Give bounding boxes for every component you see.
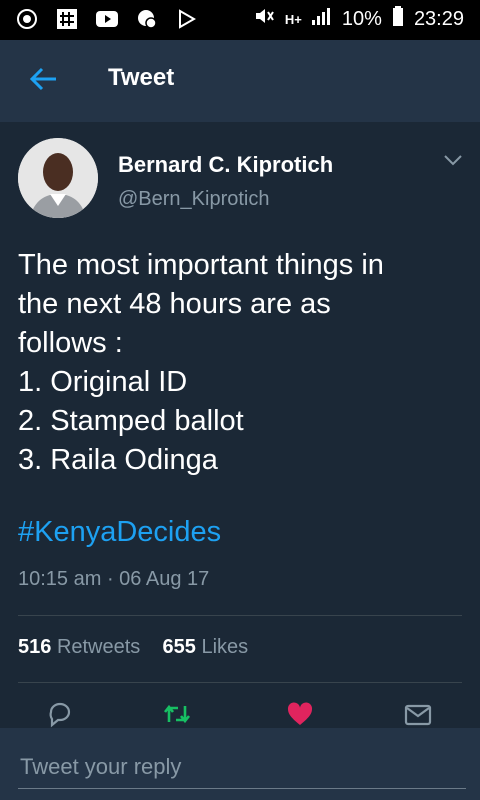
- retweets-stat[interactable]: 516 Retweets: [18, 636, 140, 658]
- tweet-text-line: 1. Original ID: [18, 366, 188, 398]
- divider: [18, 682, 462, 683]
- tweet-actions: [0, 700, 480, 728]
- tweet-text-line: 3. Raila Odinga: [18, 444, 218, 476]
- tweet-text: The most important things in the next 48…: [18, 246, 462, 480]
- reply-input[interactable]: [18, 746, 466, 789]
- page-title: Tweet: [108, 64, 175, 91]
- retweets-count: 516: [18, 636, 52, 658]
- system-status: H+ 10% 23:29: [253, 6, 464, 32]
- notification-icons: [16, 8, 198, 30]
- app-icon: [56, 8, 78, 30]
- network-type: H+: [284, 11, 302, 27]
- author-handle[interactable]: @Bern_Kiprotich: [118, 188, 269, 211]
- tweet-text-line: The most important things in: [18, 249, 384, 281]
- likes-label: Likes: [201, 636, 249, 658]
- likes-count: 655: [162, 636, 196, 658]
- battery-icon: [392, 6, 404, 32]
- mute-icon: [253, 6, 275, 32]
- divider: [18, 615, 462, 616]
- chevron-down-icon[interactable]: [442, 152, 464, 168]
- hashtag-link[interactable]: #KenyaDecides: [18, 516, 221, 549]
- app-bar: Tweet: [0, 40, 480, 122]
- chrome-icon: [16, 8, 38, 30]
- author-name[interactable]: Bernard C. Kiprotich: [118, 152, 333, 178]
- messenger-icon: [136, 8, 158, 30]
- battery-percent: 10%: [341, 7, 382, 30]
- youtube-icon: [96, 8, 118, 30]
- tweet-timestamp: 10:15 am · 06 Aug 17: [18, 568, 210, 590]
- tweet-text-line: follows :: [18, 327, 123, 359]
- avatar[interactable]: [18, 138, 98, 218]
- clock: 23:29: [413, 7, 464, 30]
- play-store-icon: [176, 8, 198, 30]
- retweets-label: Retweets: [56, 636, 141, 658]
- reply-icon[interactable]: [46, 700, 74, 728]
- retweet-icon[interactable]: [162, 700, 191, 728]
- engagement-stats: 516 Retweets 655 Likes: [18, 636, 248, 659]
- back-arrow-icon[interactable]: [28, 64, 58, 94]
- tweet-text-line: the next 48 hours are as: [18, 288, 331, 320]
- signal-icon: [311, 7, 332, 31]
- likes-stat[interactable]: 655 Likes: [163, 636, 249, 658]
- message-icon[interactable]: [404, 700, 432, 728]
- reply-bar: [0, 728, 480, 800]
- heart-icon[interactable]: [286, 700, 314, 728]
- tweet-text-line: 2. Stamped ballot: [18, 405, 244, 437]
- status-bar: H+ 10% 23:29: [0, 0, 480, 40]
